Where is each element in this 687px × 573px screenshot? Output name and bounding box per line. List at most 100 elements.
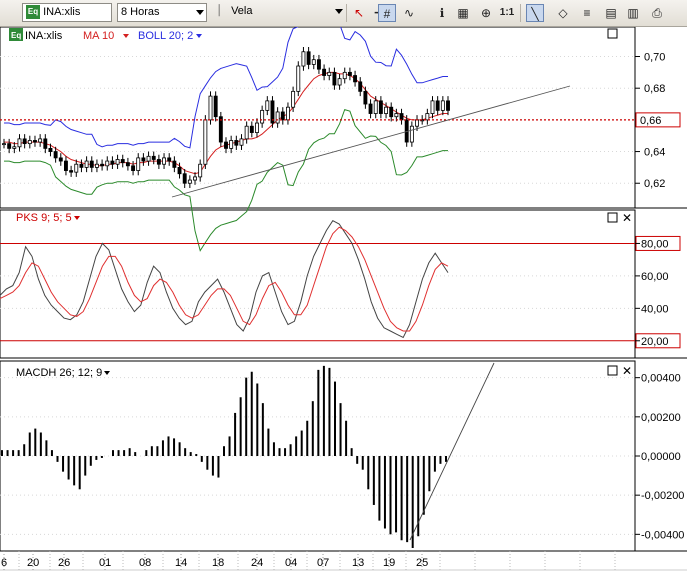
candle-body	[234, 140, 239, 146]
x-tick-label: 26	[58, 557, 70, 569]
candle-body	[162, 157, 166, 165]
chevron-down-icon	[335, 9, 343, 14]
candle-body	[378, 100, 383, 114]
candle-body	[286, 106, 290, 121]
eraser-icon[interactable]: ◇	[554, 4, 572, 22]
candle-body	[415, 119, 419, 127]
legend-ma[interactable]: MA 10	[83, 30, 114, 42]
candle-body	[224, 141, 228, 149]
pks-tick-label: 20,00	[641, 336, 669, 348]
candle-body	[301, 51, 306, 67]
candle-body	[131, 165, 136, 171]
symbol-text: INA:xlis	[43, 6, 81, 18]
macd-y-axis: 0,00400 0,00200 0,00000 -0,00200 -0,00400	[635, 373, 684, 541]
macd-tick-label: 0,00400	[641, 373, 681, 385]
properties-icon[interactable]: ▦	[454, 4, 472, 22]
candle-body	[332, 71, 337, 86]
chart-type-text: Vela	[231, 5, 253, 17]
candle-body	[48, 147, 53, 152]
candle-body	[177, 166, 182, 175]
pks-tick-label: 60,00	[641, 271, 669, 283]
stack-icon[interactable]: ≡	[578, 4, 596, 22]
pks-tick-label: 40,00	[641, 303, 669, 315]
maximize-icon[interactable]	[607, 28, 618, 39]
x-tick-label: 07	[317, 557, 329, 569]
candle-body	[167, 157, 172, 162]
legend-macd[interactable]: MACDH 26; 12; 9	[16, 367, 102, 379]
timeframe-select[interactable]: 8 Horas	[117, 3, 207, 22]
legend-symbol[interactable]: INA:xlis	[25, 30, 63, 42]
candle-body	[33, 140, 37, 143]
candle-body	[64, 160, 68, 171]
bars-alt-icon[interactable]: ▥	[624, 4, 642, 22]
close-icon[interactable]: ✕	[622, 364, 632, 378]
candle-body	[187, 179, 192, 184]
x-tick-label: 08	[139, 557, 151, 569]
scale-button[interactable]: 1:1	[498, 4, 516, 22]
pks-y-axis: 80,00 60,00 40,00 20,00	[635, 235, 681, 349]
indicator-icon[interactable]: ℹ	[433, 4, 451, 22]
pane-frames	[0, 27, 687, 571]
candle-body	[430, 100, 435, 114]
price-tick-label: 0,64	[644, 147, 665, 159]
candle-body	[53, 151, 58, 159]
legend-boll[interactable]: BOLL 20; 2	[138, 30, 193, 42]
candle-body	[409, 125, 414, 143]
candle-body	[244, 125, 249, 140]
maximize-icon[interactable]	[607, 365, 618, 376]
candle-body	[280, 111, 285, 121]
candle-body	[17, 138, 22, 148]
candle-body	[94, 163, 99, 168]
x-axis: 6 20 26 01 08 14 18 24 04 07 13 19 25	[1, 551, 616, 570]
close-icon[interactable]: ✕	[622, 211, 632, 225]
candle-body	[198, 163, 203, 178]
candle-body	[255, 122, 259, 133]
candle-body	[89, 160, 94, 168]
candle-body	[110, 160, 115, 165]
grid-icon[interactable]: #	[378, 4, 396, 22]
x-tick-label: 25	[416, 557, 428, 569]
trendline-icon[interactable]: ╲	[526, 4, 544, 22]
candle-body	[58, 157, 63, 162]
chart-type-select[interactable]: ⏐ Vela	[213, 3, 345, 22]
candle-body	[239, 138, 244, 146]
macd-tick-label: 0,00000	[641, 451, 681, 463]
macd-tick-label: -0,00400	[641, 529, 684, 541]
cursor-icon[interactable]: ↖	[350, 4, 368, 22]
candle-body	[347, 71, 352, 76]
print-icon[interactable]: ⎙	[648, 4, 666, 22]
candle-body	[172, 160, 177, 168]
candle-body	[337, 78, 342, 86]
candle-body	[84, 160, 89, 168]
candle-body	[296, 65, 301, 92]
candle-body	[156, 159, 161, 165]
price-tick-label: 0,70	[644, 52, 665, 64]
zoom-icon[interactable]: ⊕	[477, 4, 495, 22]
candle-body	[440, 100, 445, 111]
legend-pks[interactable]: PKS 9; 5; 5	[16, 212, 72, 224]
wave-icon[interactable]: ∿	[400, 4, 418, 22]
maximize-icon[interactable]	[607, 212, 618, 223]
bars-icon[interactable]: ▤	[602, 4, 620, 22]
symbol-input[interactable]: Eq INA:xlis	[22, 3, 112, 22]
candle-body	[358, 81, 363, 92]
price-pane[interactable]	[0, 27, 636, 209]
timeframe-text: 8 Horas	[121, 6, 160, 18]
candle-body	[69, 170, 74, 173]
x-tick-label: 20	[27, 557, 39, 569]
candle-body	[141, 157, 146, 162]
candle-body	[265, 100, 270, 111]
candle-body	[311, 59, 316, 65]
last-price-label: 0,66	[640, 115, 661, 127]
price-tick-label: 0,62	[644, 178, 665, 190]
x-tick-label: 18	[212, 557, 224, 569]
x-tick-label: 01	[99, 557, 111, 569]
candle-body	[22, 138, 27, 145]
price-tick-label: 0,68	[644, 83, 665, 95]
chevron-down-icon	[196, 10, 204, 15]
candle-body	[327, 71, 332, 76]
x-tick-label: 04	[285, 557, 297, 569]
x-tick-label: 6	[1, 557, 7, 569]
candle-body	[373, 100, 378, 114]
candle-body	[43, 138, 48, 149]
